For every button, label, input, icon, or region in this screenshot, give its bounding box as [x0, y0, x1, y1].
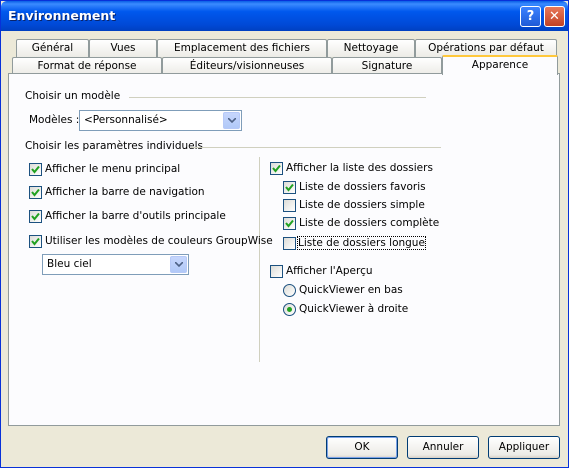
models-dropdown-value: <Personnalisé> — [84, 114, 168, 126]
checkbox-barre-outils[interactable] — [29, 210, 42, 223]
title-bar[interactable]: Environnement ? ✕ — [1, 1, 568, 31]
apply-button[interactable]: Appliquer — [488, 436, 560, 459]
chevron-down-icon[interactable] — [170, 256, 187, 273]
checkbox-liste-dossiers[interactable] — [270, 162, 283, 175]
radio-quickviewer-bas[interactable] — [283, 284, 296, 297]
option-dossiers-simple-label[interactable]: Liste de dossiers simple — [299, 199, 425, 211]
radio-quickviewer-droite[interactable] — [283, 303, 296, 316]
cancel-button[interactable]: Annuler — [407, 436, 479, 459]
checkbox-dossiers-complete[interactable] — [283, 217, 296, 230]
radio-selected-dot — [287, 307, 292, 312]
option-quickviewer-bas-label[interactable]: QuickViewer en bas — [299, 284, 403, 296]
ok-button[interactable]: OK — [326, 436, 398, 459]
params-group-title: Choisir les paramètres individuels — [25, 140, 204, 152]
params-group-divider — [191, 147, 441, 148]
models-dropdown[interactable]: <Personnalisé> — [79, 110, 242, 131]
option-barre-outils-label[interactable]: Afficher la barre d'outils principale — [45, 210, 226, 222]
option-dossiers-longue-label[interactable]: Liste de dossiers longue — [297, 236, 426, 250]
checkbox-apercu[interactable] — [270, 265, 283, 278]
tab-emplacement[interactable]: Emplacement des fichiers — [157, 39, 327, 57]
checkbox-dossiers-simple[interactable] — [283, 199, 296, 212]
checkbox-dossiers-longue[interactable] — [283, 237, 296, 250]
option-modeles-couleurs-label[interactable]: Utiliser les modèles de couleurs GroupWi… — [45, 235, 273, 247]
option-dossiers-complete-label[interactable]: Liste de dossiers complète — [299, 217, 439, 229]
dialog-window: Environnement ? ✕ Général Vues Emplaceme… — [0, 0, 569, 468]
checkbox-dossiers-favoris[interactable] — [283, 181, 296, 194]
option-menu-principal-label[interactable]: Afficher le menu principal — [45, 163, 180, 175]
tab-apparence[interactable]: Apparence — [442, 55, 558, 75]
checkbox-modeles-couleurs[interactable] — [29, 235, 42, 248]
model-group-title: Choisir un modèle — [25, 90, 121, 102]
tab-general[interactable]: Général — [16, 39, 89, 57]
color-scheme-value: Bleu ciel — [47, 258, 92, 270]
help-button[interactable]: ? — [520, 6, 541, 27]
models-label: Modèles : — [29, 114, 80, 126]
tab-nettoyage[interactable]: Nettoyage — [327, 39, 415, 57]
option-apercu-label[interactable]: Afficher l'Aperçu — [286, 265, 373, 277]
column-divider — [259, 157, 260, 362]
option-liste-dossiers-label[interactable]: Afficher la liste des dossiers — [286, 162, 433, 174]
model-group-divider — [129, 97, 426, 98]
checkbox-barre-navigation[interactable] — [29, 186, 42, 199]
chevron-down-icon[interactable] — [223, 112, 240, 129]
option-dossiers-favoris-label[interactable]: Liste de dossiers favoris — [299, 181, 426, 193]
window-title: Environnement — [8, 8, 116, 23]
option-quickviewer-droite-label[interactable]: QuickViewer à droite — [299, 303, 408, 315]
close-button[interactable]: ✕ — [544, 6, 565, 27]
tab-vues[interactable]: Vues — [89, 39, 157, 57]
color-scheme-dropdown[interactable]: Bleu ciel — [42, 254, 189, 275]
option-barre-navigation-label[interactable]: Afficher la barre de navigation — [45, 186, 205, 198]
checkbox-menu-principal[interactable] — [29, 163, 42, 176]
